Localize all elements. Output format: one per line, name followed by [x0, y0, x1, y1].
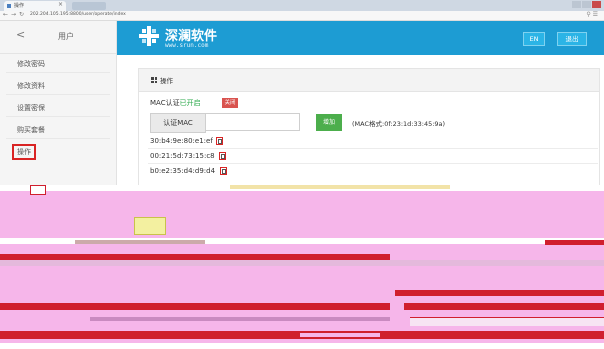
divider — [6, 94, 110, 95]
corrupted-image-region — [0, 185, 604, 349]
logout-button[interactable]: 退出 — [557, 32, 587, 46]
browser-tab-title: 操作 — [14, 3, 25, 9]
sidebar-item-security-question[interactable]: 设置密保 — [17, 103, 45, 113]
srun-logo-icon — [139, 26, 159, 46]
mac-list-item: 30:b4:9e:80:e1:ef — [150, 137, 213, 145]
mac-format-hint: (MAC格式:0f:23:1d:33:45:9a) — [352, 120, 446, 128]
sidebar-header: < 用户 — [0, 21, 116, 54]
panel-title: 操作 — [160, 77, 173, 85]
url-input[interactable]: 202.204.105.195:8800/user/operate/index — [30, 12, 126, 17]
sidebar-item-operate[interactable]: 操作 — [12, 144, 36, 160]
brand-url: www.srun.com — [165, 42, 209, 49]
favicon-icon — [7, 4, 11, 8]
sidebar-title: 用户 — [58, 32, 74, 41]
sidebar-item-buy-package[interactable]: 购买套餐 — [17, 125, 45, 135]
divider — [6, 72, 110, 73]
header-bar: 深澜软件 www.srun.com EN 退出 — [117, 21, 604, 55]
window-controls — [572, 1, 601, 8]
divider — [148, 163, 598, 164]
sidebar-item-edit-profile[interactable]: 修改资料 — [17, 81, 45, 91]
sidebar: < 用户 修改密码 修改资料 设置密保 购买套餐 操作 — [0, 21, 117, 185]
browser-menu-icon[interactable]: ⚲ ☰ — [586, 11, 598, 18]
disable-mac-auth-button[interactable]: 关闭 — [222, 98, 238, 108]
mac-address-input[interactable] — [205, 113, 300, 131]
window-close-icon[interactable] — [592, 1, 601, 8]
divider — [6, 116, 110, 117]
sidebar-item-change-password[interactable]: 修改密码 — [17, 59, 45, 69]
divider — [148, 148, 598, 149]
address-bar: ← → ↻ 202.204.105.195:8800/user/operate/… — [0, 11, 604, 21]
delete-mac-icon[interactable] — [216, 137, 223, 145]
delete-mac-icon[interactable] — [219, 152, 226, 160]
browser-tab[interactable]: 操作 × — [4, 1, 66, 11]
minimize-icon[interactable] — [572, 1, 581, 8]
back-chevron-icon[interactable]: < — [16, 28, 25, 41]
forward-arrow-icon[interactable]: → — [11, 11, 16, 18]
mac-list-item: 00:21:5d:73:15:c8 — [150, 152, 215, 160]
tab-close-icon[interactable]: × — [58, 1, 63, 8]
auth-mac-label: 认证MAC — [150, 113, 206, 133]
new-tab-button[interactable] — [72, 2, 106, 10]
back-arrow-icon[interactable]: ← — [3, 11, 8, 18]
mac-auth-status: 已开启 — [179, 99, 201, 107]
maximize-icon[interactable] — [582, 1, 591, 8]
mac-list-item: b0:e2:35:d4:d9:d4 — [150, 167, 216, 175]
reload-icon[interactable]: ↻ — [19, 11, 24, 18]
browser-tab-bar: 操作 × — [0, 0, 604, 11]
grid-icon — [151, 77, 157, 83]
delete-mac-icon[interactable] — [220, 167, 227, 175]
add-mac-button[interactable]: 增加 — [316, 114, 342, 131]
language-button[interactable]: EN — [523, 32, 545, 46]
panel-header: 操作 — [138, 68, 600, 92]
divider — [6, 138, 110, 139]
mac-auth-status-label: MAC认证已开启 — [150, 99, 201, 107]
